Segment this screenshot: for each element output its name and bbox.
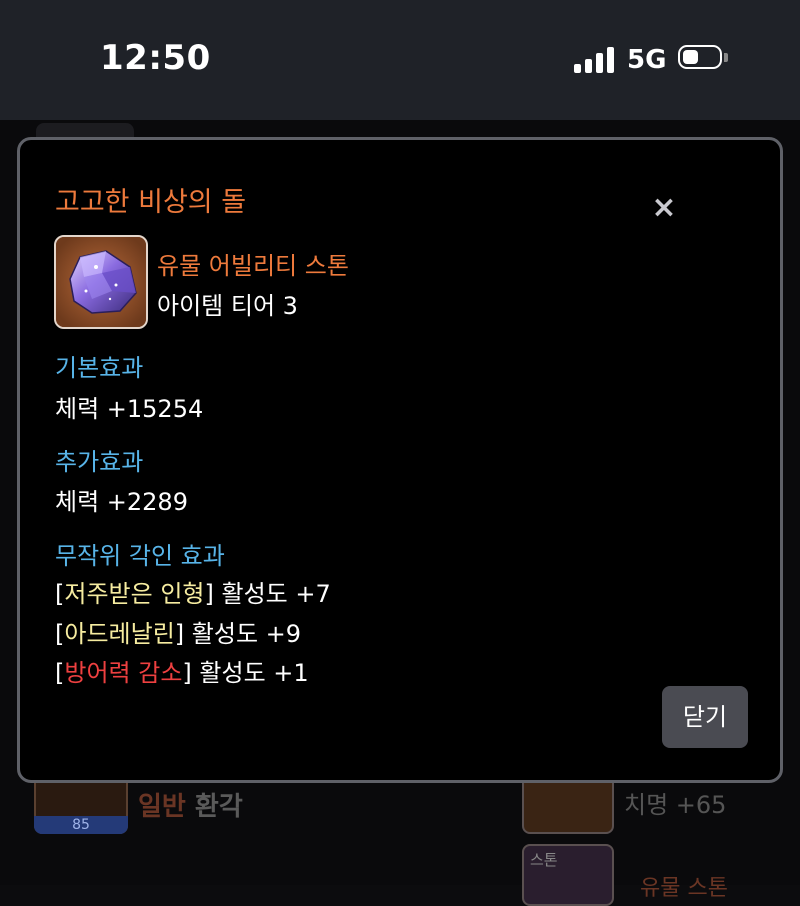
item-grade-type: 유물 어빌리티 스톤 [157, 252, 349, 280]
background-item-level: 85 [34, 816, 128, 834]
network-type: 5G [627, 45, 667, 75]
engraving-activity: 활성도 +7 [221, 580, 331, 608]
background-item-grade: 일반 [138, 792, 186, 822]
engraving-name: 방어력 감소 [64, 659, 183, 687]
item-tier: 아이템 티어 3 [157, 292, 298, 320]
random-engraving-label: 무작위 각인 효과 [55, 542, 225, 570]
engraving-activity: 활성도 +1 [199, 659, 309, 687]
engraving-effect-3: [방어력 감소] 활성도 +1 [55, 659, 309, 687]
purple-crystal-stone-icon [54, 235, 148, 329]
close-button[interactable]: 닫기 [662, 686, 748, 748]
status-time: 12:50 [100, 38, 211, 78]
close-icon[interactable]: × [648, 192, 680, 224]
status-bar: 12:50 5G [0, 0, 800, 120]
background-item-name[interactable]: 일반 환각 [138, 786, 243, 823]
background-stone2-name: 유물 스톤 [640, 876, 728, 901]
engraving-effect-1: [저주받은 인형] 활성도 +7 [55, 580, 331, 608]
base-effect-label: 기본효과 [55, 354, 144, 382]
background-stone2-label: 스톤 [530, 851, 558, 869]
engraving-name: 저주받은 인형 [64, 580, 205, 608]
background-item-title: 환각 [194, 792, 243, 822]
engraving-name: 아드레날린 [64, 620, 175, 648]
modal-title: 고고한 비상의 돌 [55, 187, 247, 218]
base-effect-value: 체력 +15254 [55, 395, 204, 423]
battery-icon [678, 45, 728, 73]
signal-strength-icon [574, 47, 616, 73]
item-detail-modal: 고고한 비상의 돌 × 유물 어빌리티 스톤 아이템 티어 3 기본효과 체력 … [17, 137, 783, 783]
extra-effect-label: 추가효과 [55, 448, 144, 476]
extra-effect-value: 체력 +2289 [55, 488, 188, 516]
background-stat-text: 치명 +65 [624, 791, 727, 819]
engraving-activity: 활성도 +9 [191, 620, 302, 648]
engraving-effect-2: [아드레날린] 활성도 +9 [55, 620, 302, 648]
